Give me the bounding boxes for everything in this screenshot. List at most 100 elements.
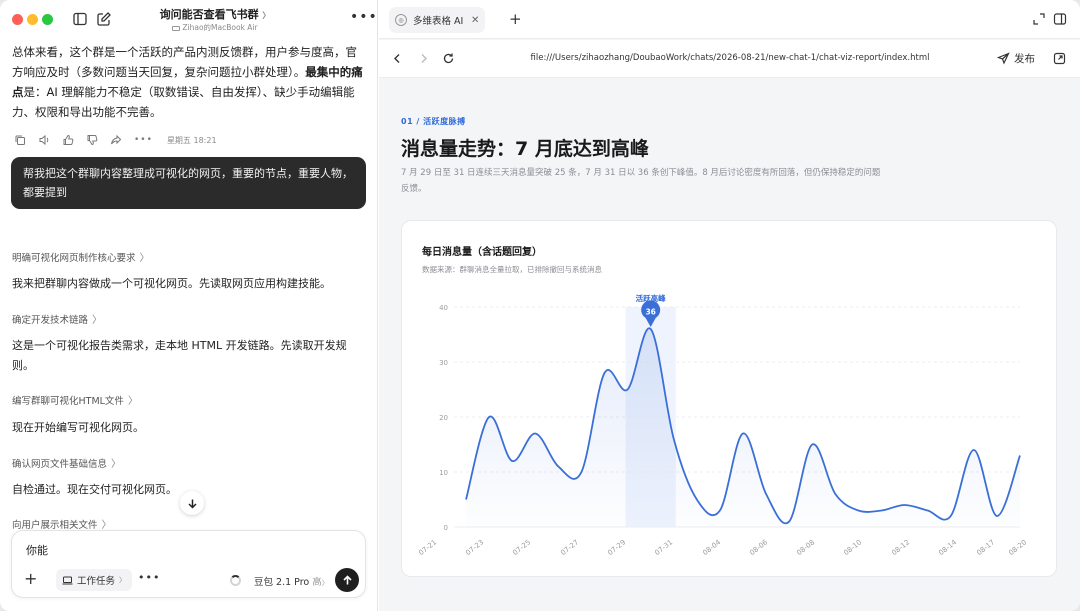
tab-bar: ◎ 多维表格 AI ✕ + [379,0,1080,39]
laptop-icon [62,576,73,584]
scroll-to-bottom-button[interactable] [180,491,204,515]
step-heading-2[interactable]: 确定开发技术链路〉 [12,311,103,327]
section-eyebrow: 01 / 活跃度脉搏 [401,117,466,126]
step-text-1: 我来把群聊内容做成一个可视化网页。先读取网页应用构建技能。 [12,274,362,294]
forward-icon[interactable] [417,52,430,65]
model-name: 豆包 2.1 Pro [254,577,310,588]
x-tick-label: 08-04 [701,538,722,557]
step-heading-1[interactable]: 明确可视化网页制作核心要求〉 [12,249,150,265]
assistant-message: 总体来看，这个群是一个活跃的产品内测反馈群，用户参与度高，官方响应及时（多数问题… [12,42,364,122]
chevron-right-icon: 〉 [111,459,122,470]
series-area [466,328,1020,527]
model-chevron: 〉 [321,579,329,587]
device-name: Zihao的MacBook Air [150,22,280,33]
chevron-right-icon: 〉 [139,253,150,264]
x-tick-label: 08-17 [975,538,996,557]
x-tick-label: 07-25 [511,538,532,557]
step-heading-text: 编写群聊可视化HTML文件 [12,395,124,407]
message-input-text: 你能 [26,544,48,557]
daily-messages-line-chart: 活跃高峰01020304007-21 07-23 07-25 07-27 07-29 07… [417,293,1028,557]
chevron-right-icon: 〉 [101,520,112,531]
step-heading-text: 确认网页文件基础信息 [12,458,108,470]
browser-panel: ◎ 多维表格 AI ✕ + file:///Users/zihaozhang/D… [379,0,1080,611]
speaker-icon[interactable] [38,134,50,146]
loading-spinner-icon [230,575,241,586]
step-text-2: 这是一个可视化报告类需求，走本地 HTML 开发链路。先读取开发规则。 [12,336,362,376]
tab-title: 多维表格 AI [413,16,464,27]
chat-titlebar: 询问能否查看飞书群 〉 Zihao的MacBook Air ••• [0,0,378,38]
chat-panel: 询问能否查看飞书群 〉 Zihao的MacBook Air ••• 总体来看，这… [0,0,378,611]
share-icon[interactable] [110,134,122,146]
step-text: 自检通过。现在交付可视化网页。 [12,483,177,496]
x-tick-label: 08-12 [890,538,911,557]
message-actions: ••• 星期五 18:21 [14,133,217,147]
assistant-message-text-2: 是：AI 理解能力不稳定（取数错误、自由发挥）、缺少手动编辑能力、权限和导出功能… [12,85,355,119]
thumbs-down-icon[interactable] [86,134,98,146]
x-tick-label: 08-10 [842,538,863,557]
new-chat-icon[interactable] [96,11,112,27]
page-description: 7 月 29 日至 31 日连续三天消息量突破 25 条，7 月 31 日以 3… [401,168,881,194]
publish-button[interactable]: 发布 [997,51,1035,66]
step-text: 这是一个可视化报告类需求，走本地 HTML 开发链路。先读取开发规则。 [12,339,347,372]
arrow-down-icon [187,499,197,509]
message-composer[interactable]: 你能 + 工作任务 〉 ••• 豆包 2.1 Pro 高〉 [11,530,366,598]
y-tick-label: 10 [439,469,448,477]
chat-title[interactable]: 询问能否查看飞书群 〉 [150,6,280,22]
send-icon [997,52,1010,65]
collapse-icon[interactable] [1032,12,1046,26]
chevron-right-icon: 〉 [92,315,103,326]
chart-card: 每日消息量（含话题回复） 数据来源：群聊消息全量拉取，已排除撤回与系统消息 活跃… [401,220,1057,577]
globe-icon: ◎ [395,14,407,26]
model-selector[interactable]: 豆包 2.1 Pro 高〉 [254,574,329,588]
url-text: file:///Users/zihaozhang/DoubaoWork/chat… [530,53,930,63]
step-heading-4[interactable]: 确认网页文件基础信息〉 [12,455,122,471]
x-tick-label: 08-06 [748,538,769,557]
page-title: 消息量走势：7 月底达到高峰 [401,138,649,160]
task-mode-chip[interactable]: 工作任务 〉 [56,569,133,591]
message-input[interactable]: 你能 [26,542,48,558]
address-bar: file:///Users/zihaozhang/DoubaoWork/chat… [379,40,1080,78]
step-heading-text: 确定开发技术链路 [12,314,89,326]
more-options-icon[interactable]: ••• [350,9,378,25]
x-tick-label: 08-20 [1007,538,1028,557]
url-field[interactable]: file:///Users/zihaozhang/DoubaoWork/chat… [527,53,933,63]
close-window-button[interactable] [12,14,23,25]
message-timestamp: 星期五 18:21 [166,135,217,145]
new-tab-button[interactable]: + [509,10,522,28]
x-tick-label: 08-08 [795,538,816,557]
task-mode-label: 工作任务 [77,576,116,587]
step-heading-5[interactable]: 向用户展示相关文件〉 [12,516,112,532]
send-button[interactable] [335,568,359,592]
x-tick-label: 07-27 [559,538,580,557]
reload-icon[interactable] [442,52,455,65]
step-text: 我来把群聊内容做成一个可视化网页。先读取网页应用构建技能。 [12,277,331,290]
split-view-icon[interactable] [1053,12,1067,26]
task-mode-chevron: 〉 [119,576,127,584]
back-icon[interactable] [391,52,404,65]
minimize-window-button[interactable] [27,14,38,25]
more-tools-icon[interactable]: ••• [138,571,160,584]
close-tab-icon[interactable]: ✕ [471,15,479,26]
chevron-right-icon: 〉 [127,396,138,407]
copy-icon[interactable] [14,134,26,146]
y-tick-label: 20 [439,414,448,422]
more-actions-icon[interactable]: ••• [134,135,153,145]
arrow-up-icon [342,574,352,584]
open-external-icon[interactable] [1053,52,1066,65]
step-heading-3[interactable]: 编写群聊可视化HTML文件〉 [12,392,138,408]
peak-value-label: 36 [645,308,655,317]
x-tick-label: 07-29 [606,538,627,557]
tab-report[interactable]: ◎ 多维表格 AI ✕ [389,7,485,33]
y-tick-label: 30 [439,359,448,367]
step-heading-text: 明确可视化网页制作核心要求 [12,252,136,264]
thumbs-up-icon[interactable] [62,134,74,146]
report-page: 01 / 活跃度脉搏 消息量走势：7 月底达到高峰 7 月 29 日至 31 日… [379,79,1080,611]
user-message: 帮我把这个群聊内容整理成可视化的网页，重要的节点，重要人物，都要提到 [11,157,366,209]
add-attachment-button[interactable]: + [24,571,37,587]
app-window: 询问能否查看飞书群 〉 Zihao的MacBook Air ••• 总体来看，这… [0,0,1080,611]
sidebar-toggle-icon[interactable] [72,11,88,27]
step-text: 现在开始编写可视化网页。 [12,421,144,434]
zoom-window-button[interactable] [42,14,53,25]
chat-title-chevron: 〉 [262,11,271,20]
model-tier: 高 [312,577,322,588]
